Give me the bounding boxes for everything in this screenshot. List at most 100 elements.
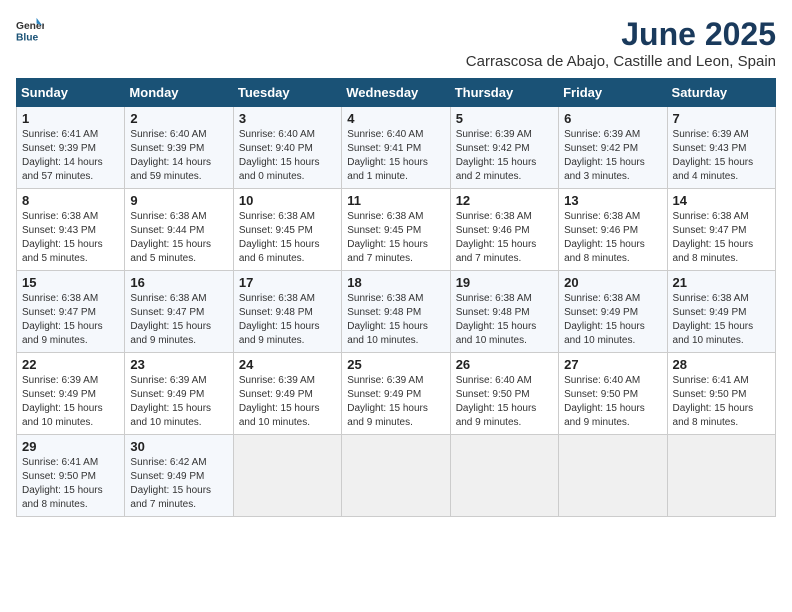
calendar-row: 1 Sunrise: 6:41 AM Sunset: 9:39 PM Daylig… (17, 107, 776, 189)
day-number: 22 (22, 357, 119, 372)
calendar-cell (450, 435, 558, 517)
day-number: 24 (239, 357, 336, 372)
calendar-table: SundayMondayTuesdayWednesdayThursdayFrid… (16, 78, 776, 517)
day-info: Sunrise: 6:39 AM Sunset: 9:49 PM Dayligh… (130, 374, 227, 430)
day-info: Sunrise: 6:38 AM Sunset: 9:46 PM Dayligh… (456, 210, 553, 266)
day-number: 27 (564, 357, 661, 372)
title-area: June 2025 Carrascosa de Abajo, Castille … (466, 16, 776, 70)
calendar-cell: 16Sunrise: 6:38 AM Sunset: 9:47 PM Dayli… (125, 271, 233, 353)
calendar-cell (559, 435, 667, 517)
day-number: 30 (130, 439, 227, 454)
day-number: 28 (673, 357, 770, 372)
day-info: Sunrise: 6:38 AM Sunset: 9:48 PM Dayligh… (347, 292, 444, 348)
calendar-cell: 17 Sunrise: 6:38 AM Sunset: 9:48 PM Dayli… (233, 271, 341, 353)
calendar-cell: 6 Sunrise: 6:39 AM Sunset: 9:42 PM Daylig… (559, 107, 667, 189)
logo-icon: General Blue (16, 16, 44, 44)
day-info: Sunrise: 6:39 AM Sunset: 9:42 PM Dayligh… (564, 128, 661, 184)
calendar-cell: 23 Sunrise: 6:39 AM Sunset: 9:49 PM Dayli… (125, 353, 233, 435)
day-number: 3 (239, 111, 336, 126)
day-number: 25 (347, 357, 444, 372)
calendar-cell: 26 Sunrise: 6:40 AM Sunset: 9:50 PM Dayli… (450, 353, 558, 435)
day-info: Sunrise: 6:40 AM Sunset: 9:39 PM Dayligh… (130, 128, 227, 184)
day-info: Sunrise: 6:39 AM Sunset: 9:49 PM Dayligh… (347, 374, 444, 430)
day-info: Sunrise: 6:38 AM Sunset: 9:48 PM Dayligh… (239, 292, 336, 348)
day-header-thursday: Thursday (450, 79, 558, 107)
calendar-cell: 22 Sunrise: 6:39 AM Sunset: 9:49 PM Dayli… (17, 353, 125, 435)
day-header-monday: Monday (125, 79, 233, 107)
day-header-tuesday: Tuesday (233, 79, 341, 107)
page-title: June 2025 (466, 16, 776, 53)
calendar-cell (233, 435, 341, 517)
day-number: 16 (130, 275, 227, 290)
calendar-cell: 12 Sunrise: 6:38 AM Sunset: 9:46 PM Dayli… (450, 189, 558, 271)
calendar-row: 8 Sunrise: 6:38 AM Sunset: 9:43 PM Daylig… (17, 189, 776, 271)
day-info: Sunrise: 6:38 AM Sunset: 9:44 PM Dayligh… (130, 210, 227, 266)
day-info: Sunrise: 6:42 AM Sunset: 9:49 PM Dayligh… (130, 456, 227, 512)
calendar-cell (667, 435, 775, 517)
day-number: 17 (239, 275, 336, 290)
calendar-cell: 4Sunrise: 6:40 AM Sunset: 9:41 PM Daylig… (342, 107, 450, 189)
day-number: 14 (673, 193, 770, 208)
day-info: Sunrise: 6:41 AM Sunset: 9:39 PM Dayligh… (22, 128, 119, 184)
day-number: 8 (22, 193, 119, 208)
day-number: 12 (456, 193, 553, 208)
day-info: Sunrise: 6:39 AM Sunset: 9:43 PM Dayligh… (673, 128, 770, 184)
day-number: 23 (130, 357, 227, 372)
day-number: 6 (564, 111, 661, 126)
calendar-cell: 29 Sunrise: 6:41 AM Sunset: 9:50 PM Dayli… (17, 435, 125, 517)
svg-text:Blue: Blue (16, 32, 39, 43)
day-number: 10 (239, 193, 336, 208)
day-header-sunday: Sunday (17, 79, 125, 107)
day-info: Sunrise: 6:40 AM Sunset: 9:41 PM Dayligh… (347, 128, 444, 184)
day-number: 2 (130, 111, 227, 126)
calendar-cell: 19 Sunrise: 6:38 AM Sunset: 9:48 PM Dayli… (450, 271, 558, 353)
day-number: 26 (456, 357, 553, 372)
calendar-cell: 25 Sunrise: 6:39 AM Sunset: 9:49 PM Dayli… (342, 353, 450, 435)
day-info: Sunrise: 6:39 AM Sunset: 9:42 PM Dayligh… (456, 128, 553, 184)
day-header-saturday: Saturday (667, 79, 775, 107)
day-number: 29 (22, 439, 119, 454)
day-info: Sunrise: 6:38 AM Sunset: 9:43 PM Dayligh… (22, 210, 119, 266)
calendar-cell: 21 Sunrise: 6:38 AM Sunset: 9:49 PM Dayli… (667, 271, 775, 353)
calendar-cell: 11 Sunrise: 6:38 AM Sunset: 9:45 PM Dayli… (342, 189, 450, 271)
day-info: Sunrise: 6:38 AM Sunset: 9:47 PM Dayligh… (673, 210, 770, 266)
day-number: 18 (347, 275, 444, 290)
day-info: Sunrise: 6:38 AM Sunset: 9:46 PM Dayligh… (564, 210, 661, 266)
calendar-cell: 8 Sunrise: 6:38 AM Sunset: 9:43 PM Daylig… (17, 189, 125, 271)
day-info: Sunrise: 6:38 AM Sunset: 9:49 PM Dayligh… (673, 292, 770, 348)
calendar-cell: 30 Sunrise: 6:42 AM Sunset: 9:49 PM Dayli… (125, 435, 233, 517)
calendar-cell: 2 Sunrise: 6:40 AM Sunset: 9:39 PM Daylig… (125, 107, 233, 189)
calendar-cell: 3Sunrise: 6:40 AM Sunset: 9:40 PM Daylig… (233, 107, 341, 189)
day-info: Sunrise: 6:40 AM Sunset: 9:50 PM Dayligh… (564, 374, 661, 430)
page-subtitle: Carrascosa de Abajo, Castille and Leon, … (466, 53, 776, 70)
day-number: 20 (564, 275, 661, 290)
calendar-row: 15Sunrise: 6:38 AM Sunset: 9:47 PM Dayli… (17, 271, 776, 353)
day-number: 15 (22, 275, 119, 290)
calendar-cell: 7 Sunrise: 6:39 AM Sunset: 9:43 PM Daylig… (667, 107, 775, 189)
day-info: Sunrise: 6:39 AM Sunset: 9:49 PM Dayligh… (22, 374, 119, 430)
header-row: SundayMondayTuesdayWednesdayThursdayFrid… (17, 79, 776, 107)
day-number: 9 (130, 193, 227, 208)
day-info: Sunrise: 6:38 AM Sunset: 9:45 PM Dayligh… (347, 210, 444, 266)
logo: General Blue (16, 16, 44, 44)
page-header: General Blue June 2025 Carrascosa de Aba… (16, 16, 776, 70)
calendar-row: 29 Sunrise: 6:41 AM Sunset: 9:50 PM Dayli… (17, 435, 776, 517)
day-info: Sunrise: 6:38 AM Sunset: 9:45 PM Dayligh… (239, 210, 336, 266)
day-number: 7 (673, 111, 770, 126)
calendar-cell: 28 Sunrise: 6:41 AM Sunset: 9:50 PM Dayli… (667, 353, 775, 435)
day-number: 19 (456, 275, 553, 290)
calendar-cell: 14 Sunrise: 6:38 AM Sunset: 9:47 PM Dayli… (667, 189, 775, 271)
day-number: 11 (347, 193, 444, 208)
calendar-row: 22 Sunrise: 6:39 AM Sunset: 9:49 PM Dayli… (17, 353, 776, 435)
day-info: Sunrise: 6:38 AM Sunset: 9:48 PM Dayligh… (456, 292, 553, 348)
calendar-cell: 13Sunrise: 6:38 AM Sunset: 9:46 PM Dayli… (559, 189, 667, 271)
calendar-cell: 15Sunrise: 6:38 AM Sunset: 9:47 PM Dayli… (17, 271, 125, 353)
calendar-cell: 5Sunrise: 6:39 AM Sunset: 9:42 PM Daylig… (450, 107, 558, 189)
day-info: Sunrise: 6:40 AM Sunset: 9:50 PM Dayligh… (456, 374, 553, 430)
day-info: Sunrise: 6:39 AM Sunset: 9:49 PM Dayligh… (239, 374, 336, 430)
calendar-cell: 1 Sunrise: 6:41 AM Sunset: 9:39 PM Daylig… (17, 107, 125, 189)
day-number: 21 (673, 275, 770, 290)
day-number: 1 (22, 111, 119, 126)
day-info: Sunrise: 6:41 AM Sunset: 9:50 PM Dayligh… (673, 374, 770, 430)
day-info: Sunrise: 6:41 AM Sunset: 9:50 PM Dayligh… (22, 456, 119, 512)
